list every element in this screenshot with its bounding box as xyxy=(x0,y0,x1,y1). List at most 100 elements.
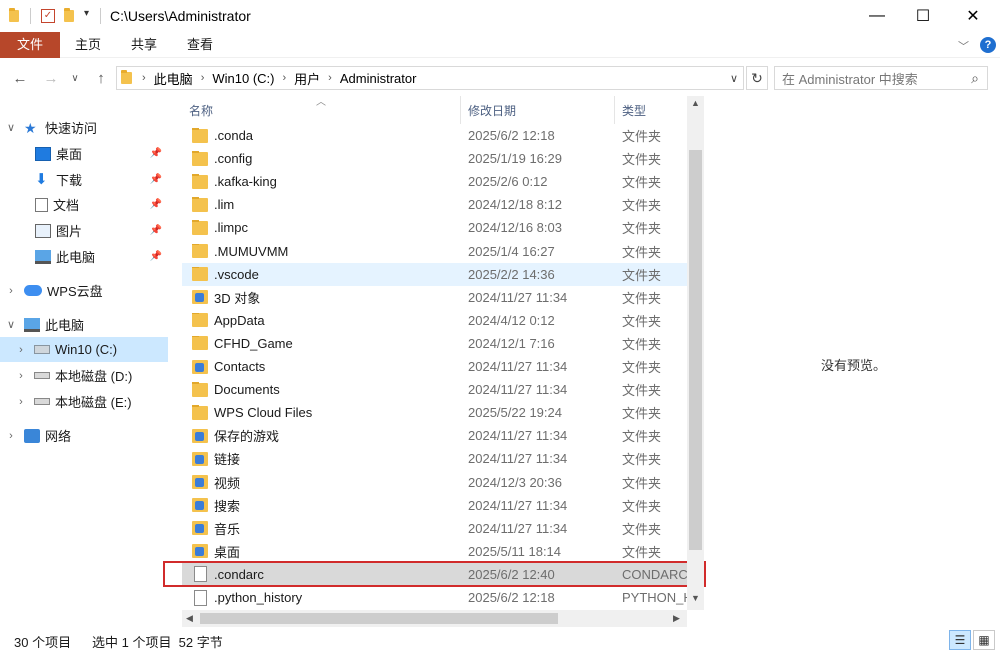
file-name: 音乐 xyxy=(214,521,241,537)
search-icon[interactable]: ⌕ xyxy=(971,70,979,87)
chevron-right-icon[interactable]: › xyxy=(282,72,286,84)
scroll-right-icon[interactable]: ▶ xyxy=(673,613,680,624)
properties-icon[interactable]: ✓ xyxy=(41,9,55,23)
forward-arrow-icon[interactable]: → xyxy=(40,68,62,88)
scroll-down-icon[interactable]: ▼ xyxy=(691,593,700,603)
breadcrumb-administrator[interactable]: Administrator xyxy=(340,71,417,86)
modified-date: 2024/11/27 11:34 xyxy=(468,289,568,305)
pin-icon[interactable]: 📌 xyxy=(150,251,162,262)
table-row[interactable]: AppData 2024/4/12 0:12 文件夹 xyxy=(182,309,687,332)
breadcrumb-this-pc[interactable]: 此电脑 xyxy=(154,69,193,88)
horizontal-scrollbar[interactable]: ◀ ▶ xyxy=(182,610,687,627)
column-header: 名称 ︿ 修改日期 类型 xyxy=(182,96,705,124)
tab-share[interactable]: 共享 xyxy=(116,32,172,58)
recent-locations-icon[interactable]: ∨ xyxy=(64,68,86,88)
chevron-right-icon[interactable]: › xyxy=(142,72,146,84)
folder-icon xyxy=(192,174,208,189)
nav-item-documents[interactable]: 文档 📌 xyxy=(0,192,168,217)
table-row[interactable]: 视频 2024/12/3 20:36 文件夹 xyxy=(182,471,687,494)
tab-view[interactable]: 查看 xyxy=(172,32,228,58)
file-type: 文件夹 xyxy=(622,452,662,468)
pin-icon[interactable]: 📌 xyxy=(150,225,162,236)
file-name-cell: 保存的游戏 xyxy=(182,426,461,445)
nav-item-downloads[interactable]: ⬇ 下载 📌 xyxy=(0,167,168,192)
address-dropdown-icon[interactable]: ∨ xyxy=(724,66,744,90)
table-row[interactable]: .vscode 2025/2/2 14:36 文件夹 xyxy=(182,262,687,286)
table-row[interactable]: Contacts 2024/11/27 11:34 文件夹 xyxy=(182,355,687,378)
table-row[interactable]: .MUMUVMM 2025/1/4 16:27 文件夹 xyxy=(182,240,687,263)
table-row[interactable]: .python_history 2025/6/2 12:18 PYTHON_H xyxy=(182,586,687,609)
table-row[interactable]: .config 2025/1/19 16:29 文件夹 xyxy=(182,147,687,170)
minimize-button[interactable]: — xyxy=(854,0,900,32)
table-row[interactable]: 保存的游戏 2024/11/27 11:34 文件夹 xyxy=(182,424,687,447)
back-arrow-icon[interactable]: ← xyxy=(9,68,31,88)
column-date[interactable]: 修改日期 xyxy=(461,96,615,124)
address-bar[interactable]: › 此电脑 › Win10 (C:) › 用户 › Administrator xyxy=(116,66,744,90)
scroll-up-icon[interactable]: ▲ xyxy=(691,98,700,108)
file-name: 搜索 xyxy=(214,498,241,514)
table-row[interactable]: 3D 对象 2024/11/27 11:34 文件夹 xyxy=(182,286,687,309)
pictures-icon xyxy=(35,223,51,238)
file-type: 文件夹 xyxy=(622,267,662,283)
breadcrumb-c-drive[interactable]: Win10 (C:) xyxy=(212,71,274,86)
chevron-right-icon[interactable]: › xyxy=(4,285,18,297)
table-row[interactable]: .kafka-king 2025/2/6 0:12 文件夹 xyxy=(182,170,687,193)
chevron-right-icon[interactable]: › xyxy=(14,396,28,408)
file-name: 3D 对象 xyxy=(214,290,261,306)
file-name-cell: 链接 xyxy=(182,449,461,468)
nav-label: 下载 xyxy=(56,173,83,188)
chevron-down-icon[interactable]: ∨ xyxy=(4,121,18,134)
details-view-icon[interactable]: ☰ xyxy=(949,630,971,650)
nav-drive-e[interactable]: › 本地磁盘 (E:) xyxy=(0,389,168,414)
scroll-thumb[interactable] xyxy=(689,150,702,550)
modified-date: 2025/2/6 0:12 xyxy=(468,174,548,190)
table-row[interactable]: 链接 2024/11/27 11:34 文件夹 xyxy=(182,447,687,470)
table-row[interactable]: .limpc 2024/12/16 8:03 文件夹 xyxy=(182,216,687,239)
table-row[interactable]: CFHD_Game 2024/12/1 7:16 文件夹 xyxy=(182,332,687,355)
chevron-right-icon[interactable]: › xyxy=(328,72,332,84)
vertical-scrollbar[interactable]: ▲ ▼ xyxy=(687,96,704,610)
nav-item-this-pc-pinned[interactable]: 此电脑 📌 xyxy=(0,244,168,269)
nav-wps-cloud[interactable]: › WPS云盘 xyxy=(0,278,168,303)
nav-drive-d[interactable]: › 本地磁盘 (D:) xyxy=(0,363,168,388)
pin-icon[interactable]: 📌 xyxy=(150,148,162,159)
table-row[interactable]: .conda 2025/6/2 12:18 文件夹 xyxy=(182,124,687,147)
refresh-icon[interactable]: ↻ xyxy=(746,66,768,90)
nav-quick-access[interactable]: ∨ ★ 快速访问 xyxy=(0,115,168,140)
pin-icon[interactable]: 📌 xyxy=(150,174,162,185)
maximize-button[interactable]: ☐ xyxy=(900,0,946,32)
table-row[interactable]: WPS Cloud Files 2025/5/22 19:24 文件夹 xyxy=(182,401,687,424)
scroll-left-icon[interactable]: ◀ xyxy=(186,613,193,624)
chevron-right-icon[interactable]: › xyxy=(4,430,18,442)
nav-this-pc[interactable]: ∨ 此电脑 xyxy=(0,312,168,337)
close-button[interactable]: ✕ xyxy=(950,0,996,32)
table-row[interactable]: 桌面 2025/5/11 18:14 文件夹 xyxy=(182,540,687,563)
breadcrumb-users[interactable]: 用户 xyxy=(294,69,320,88)
table-row[interactable]: Documents 2024/11/27 11:34 文件夹 xyxy=(182,378,687,401)
nav-item-desktop[interactable]: 桌面 📌 xyxy=(0,141,168,166)
search-placeholder: 在 Administrator 中搜索 xyxy=(782,71,918,87)
new-folder-icon[interactable] xyxy=(64,8,74,22)
search-input[interactable]: 在 Administrator 中搜索 ⌕ xyxy=(774,66,988,90)
table-row[interactable]: .lim 2024/12/18 8:12 文件夹 xyxy=(182,193,687,216)
large-icons-view-icon[interactable]: ▦ xyxy=(973,630,995,650)
nav-network[interactable]: › 网络 xyxy=(0,423,168,448)
help-icon[interactable]: ? xyxy=(980,37,996,53)
up-arrow-icon[interactable]: ↑ xyxy=(90,68,112,88)
customize-toolbar-icon[interactable]: ▾ xyxy=(84,8,89,19)
tab-file[interactable]: 文件 xyxy=(0,32,60,58)
scroll-thumb[interactable] xyxy=(200,613,558,624)
drive-icon xyxy=(34,372,50,379)
tab-home[interactable]: 主页 xyxy=(60,32,116,58)
modified-date: 2024/12/16 8:03 xyxy=(468,220,562,236)
chevron-right-icon[interactable]: › xyxy=(201,72,205,84)
nav-item-pictures[interactable]: 图片 📌 xyxy=(0,218,168,243)
pin-icon[interactable]: 📌 xyxy=(150,199,162,210)
nav-drive-c[interactable]: › Win10 (C:) xyxy=(0,337,168,362)
chevron-down-icon[interactable]: ∨ xyxy=(4,318,18,331)
chevron-right-icon[interactable]: › xyxy=(14,344,28,356)
chevron-right-icon[interactable]: › xyxy=(14,370,28,382)
table-row[interactable]: 音乐 2024/11/27 11:34 文件夹 xyxy=(182,517,687,540)
chevron-down-icon[interactable]: ﹀ xyxy=(958,38,969,54)
table-row[interactable]: 搜索 2024/11/27 11:34 文件夹 xyxy=(182,494,687,517)
